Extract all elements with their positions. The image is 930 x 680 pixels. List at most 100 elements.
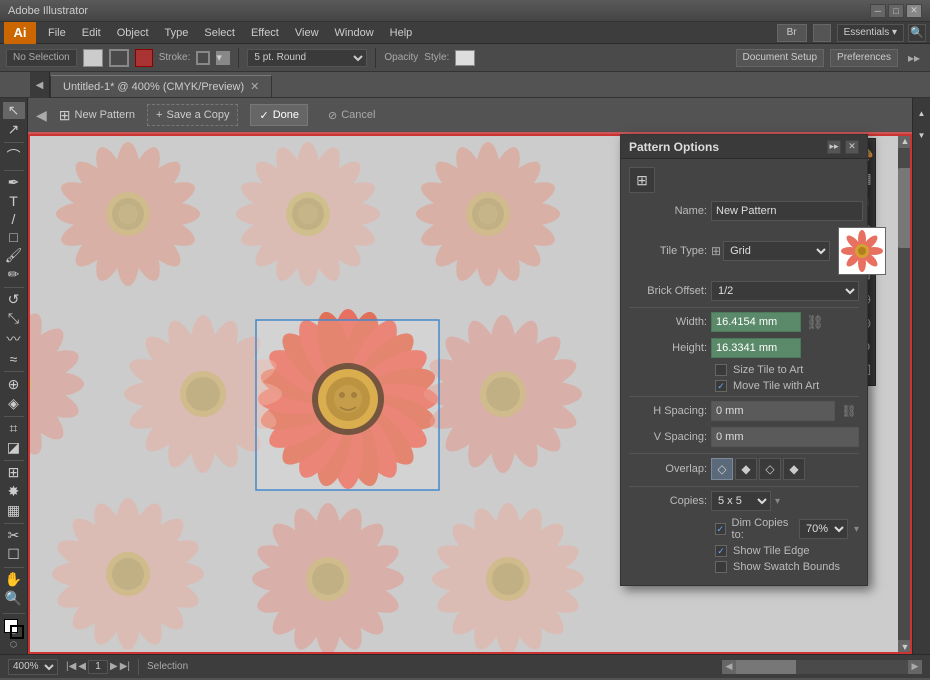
gradient-tool[interactable]: ◪ [3,439,25,456]
direct-select-tool[interactable]: ↗ [3,121,25,138]
nav-prev-btn[interactable]: ◀ [78,661,86,672]
window-controls[interactable]: ─ □ ✕ [870,4,922,18]
menu-window[interactable]: Window [327,25,382,41]
menu-help[interactable]: Help [382,25,421,41]
page-number-input[interactable] [88,660,108,674]
menu-effect[interactable]: Effect [243,25,287,41]
stroke-swatch[interactable] [109,49,129,67]
show-swatch-bounds-checkbox[interactable] [715,561,727,573]
panel-collapse-btn[interactable]: ▸▸ [827,140,841,154]
column-chart-tool[interactable]: ▦ [3,502,25,519]
v-spacing-input[interactable] [711,427,859,447]
document-tab[interactable]: Untitled-1* @ 400% (CMYK/Preview) ✕ [50,75,272,97]
move-tile-checkbox[interactable]: ✓ [715,380,727,392]
menu-file[interactable]: File [40,25,74,41]
maximize-button[interactable]: □ [888,4,904,18]
options-more-icon[interactable]: ▸▸ [904,51,924,65]
brush-def-icon[interactable] [135,49,153,67]
bridge-button[interactable]: Br [777,24,807,42]
width-tool[interactable]: ≈ [3,351,25,367]
pencil-tool[interactable]: ✏ [3,266,25,283]
doc-setup-button[interactable]: Document Setup [736,49,825,67]
lasso-tool[interactable]: ⌒ [3,146,25,166]
h-scroll-right-btn[interactable]: ▶ [908,660,922,674]
cancel-button[interactable]: ⊘ Cancel [320,104,383,126]
menu-view[interactable]: View [287,25,327,41]
color-mode-icon[interactable]: ⬡ [10,640,17,649]
paintbrush-tool[interactable]: 🖌 [3,247,25,264]
mesh-tool[interactable]: ⊞ [3,464,25,481]
overlap-btn-1[interactable]: ◇ [711,458,733,480]
canvas-area[interactable]: ◀ ⊞ New Pattern + Save a Copy ✓ Done ⊘ C… [28,98,912,654]
right-scroll-up[interactable]: ▲ [911,102,930,124]
name-input[interactable] [711,201,863,221]
right-scroll-down[interactable]: ▼ [911,124,930,146]
line-tool[interactable]: / [3,211,25,227]
tile-type-select[interactable]: Grid Brick by Row Brick by Column Hex by… [723,241,830,261]
rect-tool[interactable]: □ [3,229,25,245]
show-tile-edge-checkbox[interactable]: ✓ [715,545,727,557]
tile-arrange-icon[interactable]: ⊞ [629,167,655,193]
workspace-selector[interactable]: Essentials ▾ [837,24,904,42]
width-input[interactable] [711,312,801,332]
scroll-left-control[interactable]: ◀ [36,107,47,124]
minimize-button[interactable]: ─ [870,4,886,18]
tab-scroll-left[interactable]: ◀ [30,72,50,98]
search-icon[interactable]: 🔍 [908,24,926,42]
style-swatch[interactable] [455,50,475,66]
overlap-btn-2[interactable]: ◆ [735,458,757,480]
zoom-tool[interactable]: 🔍 [3,590,25,607]
h-scroll-thumb[interactable] [736,660,796,674]
overlap-btn-3[interactable]: ◇ [759,458,781,480]
shapebuilder-tool[interactable]: ⊕ [3,376,25,393]
hand-tool[interactable]: ✋ [3,571,25,588]
copies-select[interactable]: 5 x 5 3 x 3 7 x 7 [711,491,771,511]
dim-copies-arrow[interactable]: ▾ [854,524,859,535]
save-copy-button[interactable]: + Save a Copy [147,104,238,126]
blend-tool[interactable]: ◈ [3,395,25,412]
preferences-button[interactable]: Preferences [830,49,898,67]
close-button[interactable]: ✕ [906,4,922,18]
h-spacing-input[interactable] [711,401,835,421]
dim-copies-select[interactable]: 70% 50% 30% [799,519,848,539]
nav-first-btn[interactable]: |◀ [66,661,76,672]
rotate-tool[interactable]: ↺ [3,291,25,308]
scale-tool[interactable]: ⤡ [3,310,25,327]
link-width-height-icon[interactable]: ⛓ [805,312,825,332]
size-to-art-checkbox[interactable] [715,364,727,376]
type-tool[interactable]: T [3,193,25,209]
menu-edit[interactable]: Edit [74,25,109,41]
menu-object[interactable]: Object [109,25,157,41]
panel-close-btn[interactable]: ✕ [845,140,859,154]
brush-select[interactable]: 5 pt. Round [247,49,367,67]
selection-tool[interactable]: ↖ [3,102,25,119]
new-pattern-btn[interactable]: ⊞ New Pattern [59,107,135,124]
zoom-select[interactable]: 400% 200% 100% 50% [8,659,58,675]
dim-copies-checkbox[interactable]: ✓ [715,523,726,535]
h-scrollbar[interactable]: ◀ ▶ [722,660,922,674]
menu-select[interactable]: Select [196,25,243,41]
warp-tool[interactable]: 〰 [3,329,25,349]
pen-tool[interactable]: ✒ [3,174,25,191]
menu-type[interactable]: Type [157,25,197,41]
slice-tool[interactable]: ✂ [3,527,25,544]
vertical-scrollbar[interactable]: ▲ ▼ [898,134,912,654]
stroke-color-swatch[interactable] [196,51,210,65]
tab-close[interactable]: ✕ [250,80,259,93]
h-v-link-icon[interactable]: ⛓ [839,401,859,421]
scroll-thumb[interactable] [898,168,912,248]
nav-next-btn[interactable]: ▶ [110,661,118,672]
overlap-btn-4[interactable]: ◆ [783,458,805,480]
height-input[interactable] [711,338,801,358]
scroll-down-btn[interactable]: ▼ [898,640,912,654]
fill-swatch[interactable] [83,49,103,67]
done-button[interactable]: ✓ Done [250,104,308,126]
artboard-tool[interactable]: ☐ [3,546,25,563]
fill-stroke-switcher[interactable] [4,619,24,622]
stroke-more-icon[interactable]: ▾ [216,51,230,65]
symbol-tool[interactable]: ✸ [3,483,25,500]
eyedropper-tool[interactable]: ⌗ [3,420,25,437]
brick-offset-select[interactable]: 1/2 1/3 1/4 [711,281,859,301]
h-scroll-left-btn[interactable]: ◀ [722,660,736,674]
nav-last-btn[interactable]: ▶| [120,661,130,672]
